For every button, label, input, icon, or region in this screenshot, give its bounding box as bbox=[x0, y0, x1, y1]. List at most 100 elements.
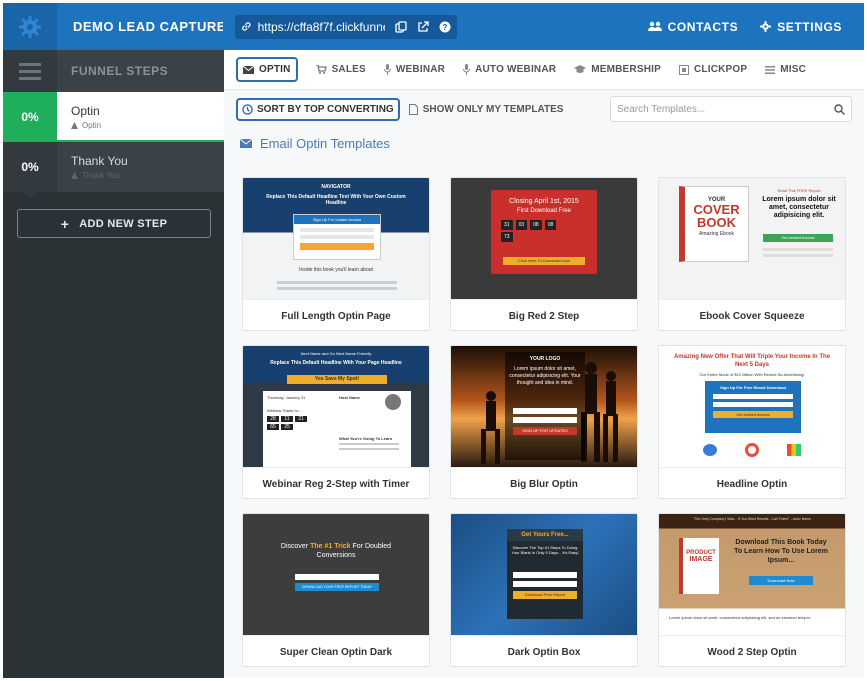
my-templates-label: SHOW ONLY MY TEMPLATES bbox=[422, 103, 564, 115]
thumb-headline: Replace This Default Headline With Your … bbox=[270, 360, 402, 366]
funnel-settings-button[interactable] bbox=[3, 3, 57, 50]
thumb-host: Host Name bbox=[339, 395, 360, 400]
target-icon bbox=[745, 443, 759, 457]
template-name: Dark Optin Box bbox=[451, 635, 637, 666]
tab-label: CLICKPOP bbox=[694, 64, 748, 75]
thumb-button: Click Here To Download Now bbox=[503, 257, 585, 265]
timer-digit: 21 bbox=[295, 416, 307, 422]
timer-digit: 73 bbox=[501, 232, 513, 242]
add-new-step-button[interactable]: + ADD NEW STEP bbox=[17, 209, 211, 238]
thumb-form-title: Sign Up For Free Ebook Download bbox=[720, 385, 786, 390]
copy-icon bbox=[395, 20, 407, 33]
sort-label: SORT BY TOP CONVERTING bbox=[257, 103, 394, 115]
thumb-subhead: First Download Free bbox=[516, 208, 572, 214]
help-icon: ? bbox=[439, 21, 451, 32]
contacts-label: CONTACTS bbox=[667, 19, 739, 34]
tab-optin[interactable]: OPTIN bbox=[236, 57, 298, 82]
step-name: Thank You bbox=[71, 154, 128, 168]
funnel-step-thank-you[interactable]: 0% Thank You Thank You bbox=[3, 142, 224, 199]
template-card[interactable]: Amazing New Offer That Will Triple Your … bbox=[658, 345, 846, 499]
contacts-link[interactable]: CONTACTS bbox=[647, 19, 739, 34]
template-card[interactable]: Closing April 1st, 2015 First Download F… bbox=[450, 177, 638, 331]
template-card[interactable]: "The Only Company I Was... If You Want R… bbox=[658, 513, 846, 667]
section-title: Email Optin Templates bbox=[224, 128, 864, 158]
tab-sales[interactable]: SALES bbox=[315, 64, 366, 75]
tab-membership[interactable]: MEMBERSHIP bbox=[574, 64, 661, 75]
menu-toggle-button[interactable] bbox=[3, 50, 57, 92]
external-link-icon bbox=[418, 20, 429, 32]
tab-label: SALES bbox=[331, 64, 366, 75]
tab-auto-webinar[interactable]: AUTO WEBINAR bbox=[463, 64, 556, 75]
template-name: Webinar Reg 2-Step with Timer bbox=[243, 467, 429, 498]
thumb-subhead: Discover The Top #1 Steps To Doing Your … bbox=[511, 545, 579, 555]
settings-link[interactable]: SETTINGS bbox=[760, 20, 842, 34]
template-card[interactable]: YOUR COVER BOOK Amazing Ebook Read This … bbox=[658, 177, 846, 331]
step-conversion-percent: 0% bbox=[3, 142, 57, 199]
template-name: Big Blur Optin bbox=[451, 467, 637, 498]
timer-digit: 08 bbox=[530, 220, 542, 230]
template-thumbnail: Get Yours Free... Discover The Top #1 St… bbox=[451, 514, 637, 635]
thumb-timer: 31 03 08 08 bbox=[501, 220, 557, 230]
template-search-box bbox=[610, 96, 852, 122]
tab-misc[interactable]: MISC bbox=[765, 64, 806, 75]
thumb-button: Yes Save My Spot! bbox=[287, 375, 387, 384]
plus-icon: + bbox=[60, 215, 70, 232]
template-thumbnail: Discover The #1 Trick For Doubled Conver… bbox=[243, 514, 429, 635]
template-card[interactable]: Get Yours Free... Discover The Top #1 St… bbox=[450, 513, 638, 667]
people-icon bbox=[703, 444, 717, 456]
thumb-headline: Download This Book Today To Learn How To… bbox=[734, 539, 828, 564]
template-card[interactable]: Next Name and Go Next Name Friendly Repl… bbox=[242, 345, 430, 499]
thumb-headline: Discover The #1 Trick For Doubled Conver… bbox=[263, 542, 409, 560]
headline-accent: The #1 Trick bbox=[310, 543, 351, 550]
thumb-product-image: PRODUCT IMAGE bbox=[679, 538, 719, 594]
step-type: Optin bbox=[82, 121, 102, 130]
section-title-text: Email Optin Templates bbox=[260, 135, 390, 151]
funnel-url[interactable]: https://cffa8f7f.clickfunnels bbox=[258, 20, 385, 34]
template-category-tabs: OPTIN SALES WEBINAR AUTO WEBINAR MEMBERS… bbox=[224, 50, 864, 90]
thumb-top-bar: "The Only Company I Was... If You Want R… bbox=[692, 517, 812, 521]
sidebar-title: FUNNEL STEPS bbox=[71, 64, 169, 78]
thumb-button: DOWNLOAD YOUR FREE REPORT TODAY bbox=[295, 583, 379, 591]
timer-digit: 25 bbox=[281, 424, 293, 430]
headline-pre: Discover bbox=[280, 543, 309, 550]
template-name: Wood 2 Step Optin bbox=[659, 635, 845, 666]
template-grid: NAVIGATOR Replace This Default Headline … bbox=[242, 177, 846, 667]
top-bar: DEMO LEAD CAPTURE F... https://cffa8f7f.… bbox=[3, 3, 864, 50]
funnel-step-optin[interactable]: 0% Optin Optin bbox=[3, 92, 224, 149]
open-url-button[interactable] bbox=[417, 20, 429, 33]
thumb-subhead: Inside this book you'll learn about bbox=[299, 267, 373, 273]
link-icon bbox=[242, 22, 251, 31]
tab-clickpop[interactable]: CLICKPOP bbox=[679, 64, 747, 75]
url-help-button[interactable]: ? bbox=[439, 21, 451, 33]
timer-digit: 08 bbox=[544, 220, 557, 230]
template-card[interactable]: YOUR LOGO Lorem ipsum dolor sit amet, co… bbox=[450, 345, 638, 499]
thumb-kicker: Read This FREE Report bbox=[777, 188, 821, 193]
svg-text:?: ? bbox=[443, 23, 448, 32]
timer-digit: 31 bbox=[501, 220, 513, 230]
template-card[interactable]: Discover The #1 Trick For Doubled Conver… bbox=[242, 513, 430, 667]
sort-by-top-converting-button[interactable]: SORT BY TOP CONVERTING bbox=[236, 97, 400, 121]
thumb-timer: 28 11 21 65 25 bbox=[267, 416, 307, 430]
mic-icon bbox=[383, 64, 391, 75]
thumb-ebook-cover: YOUR COVER BOOK Amazing Ebook bbox=[679, 186, 749, 262]
show-my-templates-toggle[interactable]: SHOW ONLY MY TEMPLATES bbox=[408, 103, 564, 115]
template-thumbnail: Closing April 1st, 2015 First Download F… bbox=[451, 178, 637, 299]
template-thumbnail: Amazing New Offer That Will Triple Your … bbox=[659, 346, 845, 467]
template-card[interactable]: NAVIGATOR Replace This Default Headline … bbox=[242, 177, 430, 331]
search-icon[interactable] bbox=[834, 103, 845, 115]
envelope-icon bbox=[240, 138, 252, 148]
funnel-icon bbox=[71, 172, 78, 179]
step-conversion-percent: 0% bbox=[3, 92, 57, 149]
cart-icon bbox=[315, 65, 327, 74]
template-thumbnail: YOUR LOGO Lorem ipsum dolor sit amet, co… bbox=[451, 346, 637, 467]
timer-digit: 03 bbox=[515, 220, 528, 230]
template-name: Super Clean Optin Dark bbox=[243, 635, 429, 666]
add-step-label: ADD NEW STEP bbox=[79, 217, 168, 230]
funnel-url-box[interactable]: https://cffa8f7f.clickfunnels ? bbox=[235, 14, 457, 39]
template-name: Big Red 2 Step bbox=[451, 299, 637, 330]
tab-webinar[interactable]: WEBINAR bbox=[383, 64, 445, 75]
template-search-input[interactable] bbox=[617, 103, 834, 115]
copy-url-button[interactable] bbox=[395, 20, 407, 33]
funnel-title[interactable]: DEMO LEAD CAPTURE F... bbox=[73, 19, 223, 34]
thumb-headline: Replace This Default Headline Text With … bbox=[266, 194, 406, 206]
